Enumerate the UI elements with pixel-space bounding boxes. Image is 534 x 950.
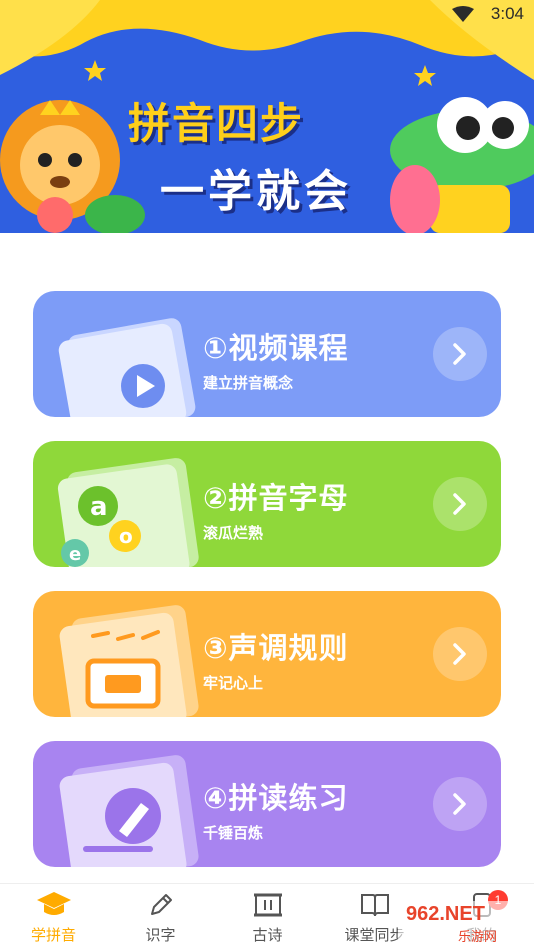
tab-poems[interactable]: 古诗 (214, 884, 321, 950)
tab-learn-pinyin[interactable]: 学拼音 (0, 884, 107, 950)
video-clapper-icon (58, 318, 196, 417)
pinyin-letters-card[interactable]: a o e ②拼音字母 滚瓜烂熟 (33, 441, 501, 567)
video-course-card[interactable]: ①视频课程 建立拼音概念 (33, 291, 501, 417)
letter-cards-icon: a o e (57, 458, 199, 567)
tab-label: 古诗 (252, 926, 283, 944)
card-subtitle: 滚瓜烂熟 (203, 524, 264, 542)
status-time: 3:04 (490, 4, 524, 23)
hero-banner: 拼音四步 一学就会 (0, 0, 534, 233)
tone-rules-card[interactable]: ③声调规则 牢记心上 (33, 591, 501, 717)
watermark-text: 962.NET (406, 903, 485, 925)
banner-title-line1: 拼音四步 (128, 99, 305, 148)
card-subtitle: 千锤百炼 (203, 824, 264, 842)
card-title: ③声调规则 (203, 631, 349, 665)
pencil-icon (107, 890, 214, 920)
card-subtitle: 建立拼音概念 (203, 374, 294, 392)
card-title: ④拼读练习 (203, 781, 349, 815)
svg-text:o: o (119, 524, 133, 548)
tone-board-icon (59, 605, 199, 717)
reading-practice-card[interactable]: ④拼读练习 千锤百炼 (33, 741, 501, 867)
card-subtitle: 牢记心上 (203, 674, 264, 692)
status-bar: 3:04 (0, 0, 534, 30)
practice-book-icon (59, 755, 199, 867)
chevron-right-icon[interactable] (433, 477, 487, 531)
wifi-icon (452, 6, 474, 26)
chevron-right-icon[interactable] (433, 327, 487, 381)
svg-text:e: e (69, 544, 81, 565)
chevron-right-icon[interactable] (433, 777, 487, 831)
card-title: ②拼音字母 (203, 481, 349, 515)
banner-title-line2: 一学就会 (160, 166, 352, 217)
tab-label: 识字 (145, 926, 176, 944)
chevron-right-icon[interactable] (433, 627, 487, 681)
svg-text:a: a (90, 492, 108, 522)
watermark-subtext: 乐游网 (458, 930, 498, 945)
card-title: ①视频课程 (203, 331, 349, 365)
tab-characters[interactable]: 识字 (107, 884, 214, 950)
graduation-cap-icon (0, 890, 107, 920)
tab-label: 学拼音 (30, 926, 76, 944)
site-watermark: 962.NET 乐游网 (398, 901, 528, 945)
scroll-icon (214, 890, 321, 920)
